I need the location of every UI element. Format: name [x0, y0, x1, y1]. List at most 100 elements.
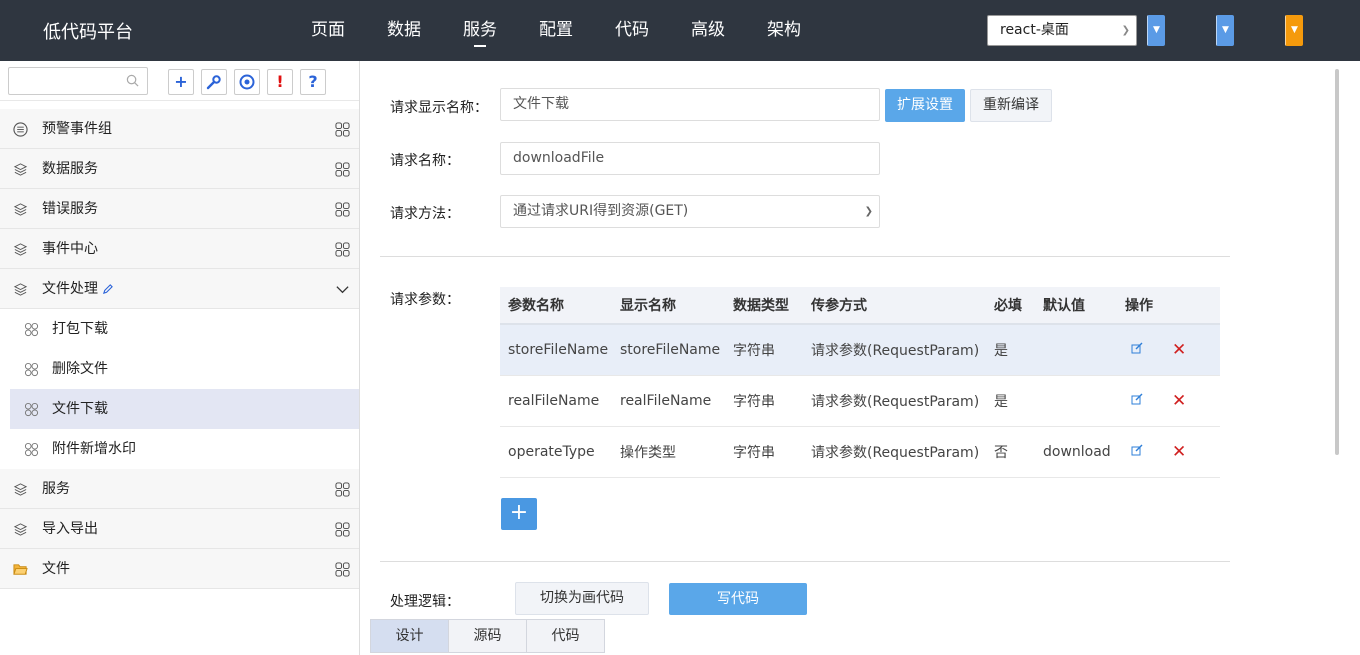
save-button[interactable]: 保存 ▼	[1147, 15, 1165, 46]
grid-icon[interactable]	[335, 242, 350, 257]
params-table: 参数名称 显示名称 数据类型 传参方式 必填 默认值 操作 storeFileN…	[500, 287, 1220, 478]
nav-item-architecture[interactable]: 架构	[746, 0, 822, 61]
help-button[interactable]: ?	[300, 69, 326, 95]
nav-item-config[interactable]: 配置	[518, 0, 594, 61]
edit-icon[interactable]	[1131, 444, 1143, 456]
tree-group-data-services[interactable]: 数据服务	[0, 149, 359, 189]
add-button[interactable]: +	[168, 69, 194, 95]
list-icon	[13, 122, 28, 137]
column-header: 传参方式	[803, 287, 986, 325]
column-header: 必填	[986, 287, 1035, 325]
wrench-button[interactable]	[201, 69, 227, 95]
cluster-icon	[24, 362, 39, 377]
layers-icon	[13, 243, 28, 256]
exclamation-icon: !	[276, 72, 284, 91]
tree-group-event-center[interactable]: 事件中心	[0, 229, 359, 269]
target-button[interactable]	[234, 69, 260, 95]
sidebar-search-input[interactable]	[8, 67, 148, 95]
tree-group-alert-events[interactable]: 预警事件组	[0, 109, 359, 149]
environment-select[interactable]: react-桌面 ❯	[987, 15, 1137, 46]
cluster-icon	[24, 442, 39, 457]
section-divider	[380, 256, 1230, 257]
caret-down-icon[interactable]: ▼	[1147, 15, 1165, 46]
tree-item-label: 打包下载	[52, 321, 108, 337]
edit-icon[interactable]	[1131, 342, 1143, 354]
caret-down-icon[interactable]: ▼	[1216, 15, 1234, 46]
tab-code[interactable]: 代码	[526, 619, 605, 653]
recompile-button[interactable]: 重新编译	[970, 89, 1052, 122]
cluster-icon	[24, 402, 39, 417]
switch-to-visual-code-button[interactable]: 切换为画代码	[515, 582, 649, 615]
grid-icon[interactable]	[335, 522, 350, 537]
warning-button[interactable]: !	[267, 69, 293, 95]
folder-icon	[13, 564, 28, 575]
caret-down-icon[interactable]: ▼	[1285, 15, 1303, 46]
layers-icon	[13, 523, 28, 536]
tree-group-import-export[interactable]: 导入导出	[0, 509, 359, 549]
delete-icon[interactable]: ✕	[1172, 391, 1186, 411]
tree-group-label: 预警事件组	[42, 121, 112, 137]
tree-group-error-services[interactable]: 错误服务	[0, 189, 359, 229]
tree-group-files[interactable]: 文件	[0, 549, 359, 589]
grid-icon[interactable]	[335, 202, 350, 217]
logic-label: 处理逻辑：	[390, 594, 460, 610]
add-param-button[interactable]: +	[501, 498, 537, 530]
grid-icon[interactable]	[335, 162, 350, 177]
table-row[interactable]: realFileName realFileName 字符串 请求参数(Reque…	[500, 375, 1220, 427]
param-mode-cell: 请求参数(RequestParam)	[803, 375, 986, 427]
plus-icon: +	[509, 500, 529, 525]
edit-icon[interactable]	[1131, 393, 1143, 405]
nav-item-pages[interactable]: 页面	[290, 0, 366, 61]
top-bar: 低代码平台 页面 数据 服务 配置 代码 高级 架构 react-桌面 ❯ 保存…	[0, 0, 1360, 61]
chevron-down-icon: ❯	[1121, 25, 1130, 36]
request-params-label: 请求参数：	[390, 292, 460, 308]
preview-button[interactable]: 预览 ▼	[1216, 15, 1234, 46]
param-type-cell: 字符串	[725, 426, 803, 478]
display-name-input[interactable]: 文件下载	[500, 88, 880, 121]
nav-item-code[interactable]: 代码	[594, 0, 670, 61]
write-code-button[interactable]: 写代码	[669, 583, 807, 615]
extended-settings-button[interactable]: 扩展设置	[885, 89, 965, 122]
wrench-icon	[206, 75, 221, 90]
param-name-cell: operateType	[500, 426, 612, 478]
tree-item-delete-file[interactable]: 删除文件	[0, 349, 359, 389]
tree-item-pack-download[interactable]: 打包下载	[0, 309, 359, 349]
layers-icon	[13, 203, 28, 216]
table-row[interactable]: storeFileName storeFileName 字符串 请求参数(Req…	[500, 324, 1220, 376]
delete-icon[interactable]: ✕	[1172, 340, 1186, 360]
tab-source[interactable]: 源码	[448, 619, 527, 653]
nav-item-advanced[interactable]: 高级	[670, 0, 746, 61]
tab-design[interactable]: 设计	[370, 619, 449, 653]
grid-icon[interactable]	[335, 122, 350, 137]
vertical-scrollbar[interactable]	[1335, 69, 1339, 455]
section-divider	[380, 561, 1230, 562]
param-name-cell: realFileName	[500, 375, 612, 427]
grid-icon[interactable]	[335, 562, 350, 577]
request-method-select[interactable]: 通过请求URI得到资源(GET) ❯	[500, 195, 880, 228]
tree-group-file-processing[interactable]: 文件处理	[0, 269, 359, 309]
edit-cell	[1117, 375, 1162, 427]
param-name-cell: storeFileName	[500, 324, 612, 376]
tree-group-services[interactable]: 服务	[0, 469, 359, 509]
tree-item-label: 文件下载	[52, 401, 108, 417]
grid-icon[interactable]	[335, 482, 350, 497]
nav-item-services[interactable]: 服务	[442, 0, 518, 61]
publish-button[interactable]: 发布 ▼	[1285, 15, 1303, 46]
request-name-label: 请求名称：	[390, 153, 460, 169]
tree-item-file-download[interactable]: 文件下载	[10, 389, 359, 429]
delete-icon[interactable]: ✕	[1172, 442, 1186, 462]
param-display-cell: realFileName	[612, 375, 725, 427]
display-name-label: 请求显示名称：	[390, 100, 488, 116]
nav-item-data[interactable]: 数据	[366, 0, 442, 61]
pencil-icon[interactable]	[102, 283, 113, 295]
chevron-down-icon[interactable]	[335, 282, 350, 297]
table-row[interactable]: operateType 操作类型 字符串 请求参数(RequestParam) …	[500, 426, 1220, 478]
delete-cell: ✕	[1162, 375, 1220, 427]
main-panel: 请求显示名称： 文件下载 扩展设置 重新编译 请求名称： downloadFil…	[360, 61, 1360, 655]
layers-icon	[13, 483, 28, 496]
tree-item-label: 删除文件	[52, 361, 108, 377]
edit-cell	[1117, 324, 1162, 376]
tree-item-add-watermark[interactable]: 附件新增水印	[0, 429, 359, 469]
request-name-input[interactable]: downloadFile	[500, 142, 880, 175]
edit-cell	[1117, 426, 1162, 478]
